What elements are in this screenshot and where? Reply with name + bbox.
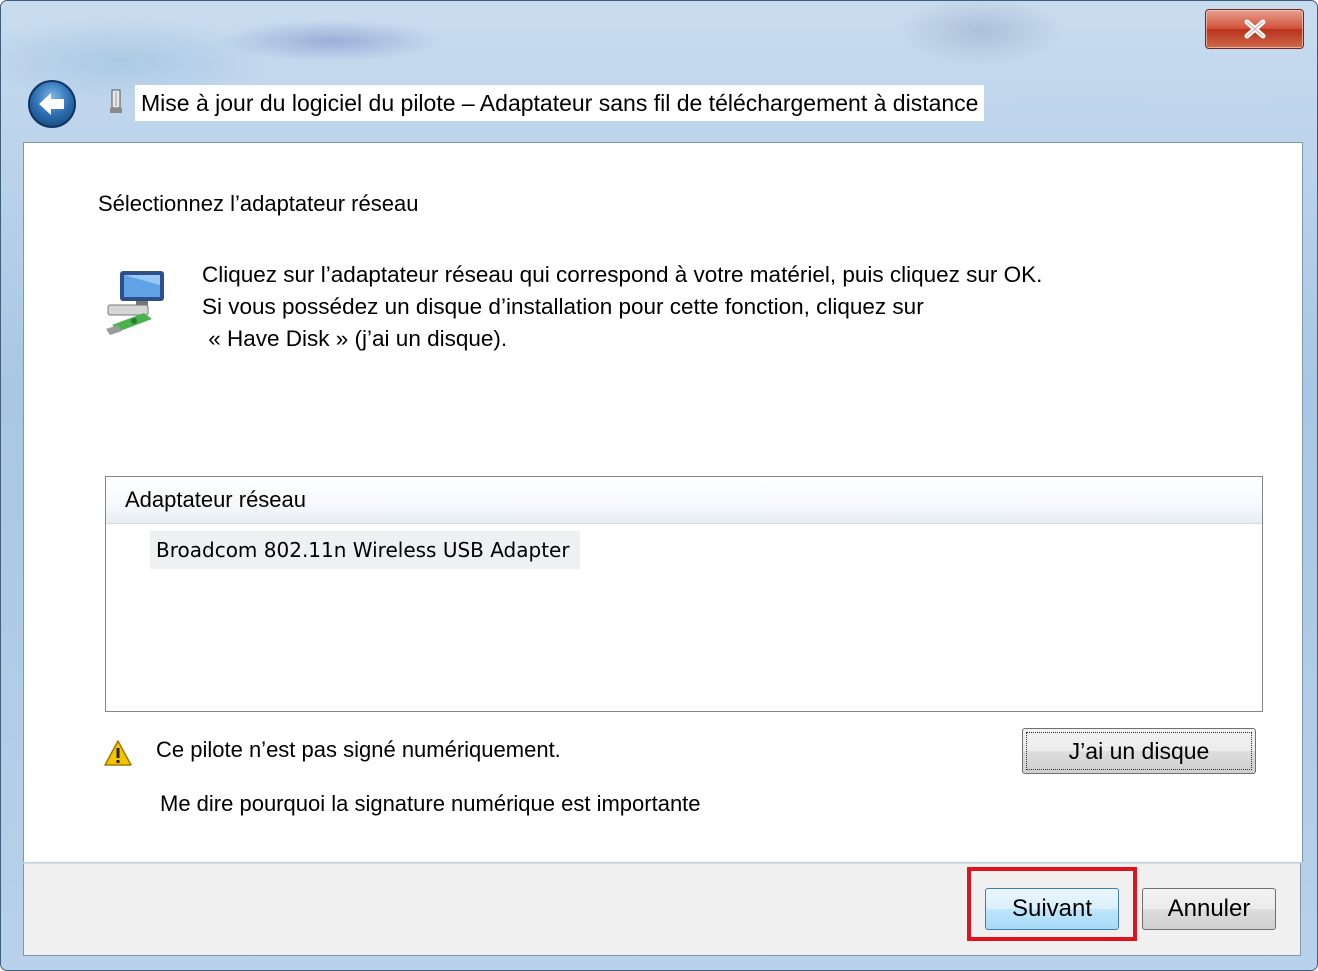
network-adapter-icon (104, 267, 176, 337)
warning-icon (103, 739, 133, 767)
back-arrow-icon (28, 80, 76, 128)
instruction-line: Si vous possédez un disque d’installatio… (202, 294, 924, 319)
list-column-header-label: Adaptateur réseau (125, 487, 307, 512)
window-frame: Mise à jour du logiciel du pilote – Adap… (0, 0, 1318, 971)
page-heading: Sélectionnez l’adaptateur réseau (98, 191, 419, 216)
close-button[interactable] (1205, 9, 1304, 49)
window-title: Mise à jour du logiciel du pilote – Adap… (135, 85, 985, 121)
button-bar: Suivant Annuler (23, 863, 1301, 956)
next-button[interactable]: Suivant (985, 888, 1119, 930)
signature-info-link[interactable]: Me dire pourquoi la signature numérique … (160, 791, 701, 817)
content-panel: Sélectionnez l’adaptateur réseau Cliquez… (23, 142, 1303, 862)
unsigned-driver-warning: Ce pilote n’est pas signé numériquement. (156, 737, 561, 762)
instruction-line: « Have Disk » (j’ai un disque). (202, 326, 508, 351)
close-icon (1244, 19, 1265, 39)
back-button[interactable] (27, 79, 77, 129)
have-disk-label: J’ai un disque (1026, 732, 1252, 770)
instruction-line: Cliquez sur l’adaptateur réseau qui corr… (202, 262, 1043, 287)
instructions: Cliquez sur l’adaptateur réseau qui corr… (202, 259, 1292, 355)
driver-icon (103, 87, 129, 117)
list-item[interactable]: Broadcom 802.11n Wireless USB Adapter (150, 531, 580, 569)
list-column-header[interactable]: Adaptateur réseau (106, 477, 1262, 524)
cancel-button[interactable]: Annuler (1142, 888, 1276, 930)
adapter-listbox[interactable]: Adaptateur réseau Broadcom 802.11n Wirel… (105, 476, 1263, 712)
have-disk-button[interactable]: J’ai un disque (1022, 728, 1256, 774)
